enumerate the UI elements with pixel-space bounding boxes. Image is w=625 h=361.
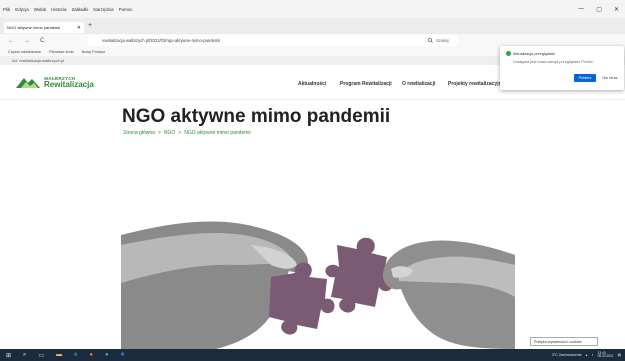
popup-primary-button[interactable]: Pobierz — [574, 74, 596, 82]
firefox-icon[interactable]: ● — [89, 352, 93, 358]
close-tab-icon[interactable]: ✕ — [77, 25, 81, 31]
breadcrumb-home[interactable]: Strona główna — [123, 130, 155, 136]
windows-icon[interactable]: ⊞ — [6, 352, 11, 359]
network-icon[interactable]: ▴ — [586, 353, 588, 357]
volume-icon[interactable]: ◖ — [591, 353, 593, 357]
search-box[interactable]: Szukaj — [428, 35, 500, 46]
breadcrumb-current: NGO aktywne mimo pandemii — [184, 130, 251, 136]
tab-title: NGO aktywne mimo pandemii — [7, 25, 61, 30]
close-window-button[interactable]: ✕ — [614, 6, 619, 13]
tab-active[interactable]: NGO aktywne mimo pandemii ✕ — [4, 22, 84, 33]
breadcrumb-ngo[interactable]: NGO — [164, 130, 175, 136]
hero-image — [121, 205, 515, 349]
tab-strip: NGO aktywne mimo pandemii ✕ + — [0, 18, 625, 34]
url-text: rewitalizacja.walbrzych.pl/2021/03/ngo-a… — [102, 38, 221, 43]
page-title: NGO aktywne mimo pandemii — [122, 106, 391, 127]
url-bar[interactable]: rewitalizacja.walbrzych.pl/2021/03/ngo-a… — [88, 35, 458, 46]
taskbar: ⊞ ⌕ ▭ ▬ e ● ● ■ 3°C Zachmurzenie ▴ ◖ 13:… — [0, 349, 625, 361]
menu-item-history[interactable]: Historia — [51, 7, 66, 12]
nav-item-news[interactable]: Aktualności — [298, 81, 326, 87]
nav-item-projects[interactable]: Projekty rewitalizacyjne — [448, 81, 504, 87]
search-icon — [428, 38, 433, 43]
menu-item-bookmarks[interactable]: Zakładki — [72, 7, 89, 12]
update-icon — [506, 51, 511, 56]
clock[interactable]: 13:40 09.03.2021 — [597, 351, 614, 359]
breadcrumb-separator: > — [157, 130, 161, 136]
bookmark-item[interactable]: Pierwsze kroki — [49, 50, 73, 54]
search-icon[interactable]: ⌕ — [23, 352, 26, 359]
menu-item-tools[interactable]: Narzędzia — [93, 7, 113, 12]
weather-text[interactable]: 3°C Zachmurzenie — [552, 353, 582, 357]
search-placeholder: Szukaj — [436, 38, 449, 43]
new-tab-button[interactable]: + — [88, 22, 92, 29]
app-icon[interactable]: ● — [105, 352, 109, 358]
breadcrumb: Strona główna > NGO > NGO aktywne mimo p… — [123, 130, 251, 136]
menu-item-file[interactable]: Plik — [3, 7, 10, 12]
clock-date: 09.03.2021 — [597, 354, 614, 358]
back-button[interactable]: ← — [8, 38, 14, 44]
task-view-icon[interactable]: ▭ — [38, 352, 44, 359]
logo-mark-icon — [16, 78, 40, 88]
bookmark-item[interactable]: Nowy Pomysł — [82, 50, 105, 54]
site-logo[interactable]: WAŁBRZYCH Rewitalizacja — [16, 76, 94, 90]
popup-title: Aktualizacja przeglądarki — [513, 52, 555, 56]
menu-item-help[interactable]: Pomoc — [119, 7, 133, 12]
menu-item-edit[interactable]: Edycja — [15, 7, 29, 12]
update-popup: Aktualizacja przeglądarki Dostępna jest … — [500, 46, 624, 90]
popup-secondary-button[interactable]: Nie teraz — [600, 74, 620, 82]
forward-button[interactable]: → — [24, 38, 30, 44]
bookmark-item[interactable]: Często odwiedzane — [8, 50, 41, 54]
edge-icon[interactable]: e — [74, 352, 77, 358]
minimize-button[interactable]: — — [578, 6, 584, 13]
menu-item-view[interactable]: Widok — [34, 7, 47, 12]
breadcrumb-separator: > — [178, 130, 182, 136]
notifications-icon[interactable]: ▤ — [618, 353, 621, 357]
privacy-tooltip[interactable]: Polityka prywatności i cookies — [530, 337, 598, 346]
system-tray: 3°C Zachmurzenie ▴ ◖ 13:40 09.03.2021 ▤ — [552, 349, 621, 361]
nav-item-about[interactable]: O rewitalizacji — [402, 81, 435, 87]
popup-body: Dostępna jest nowa wersja przeglądarki F… — [513, 60, 594, 64]
maximize-button[interactable]: ▢ — [596, 6, 602, 13]
reload-button[interactable]: C — [40, 38, 44, 44]
app-icon-2[interactable]: ■ — [121, 352, 125, 358]
menu-bar: Plik Edycja Widok Historia Zakładki Narz… — [0, 0, 625, 18]
nav-item-program[interactable]: Program Rewitalizacji — [340, 81, 392, 87]
window-controls: — ▢ ✕ — [578, 6, 625, 13]
logo-bottom-text: Rewitalizacja — [44, 80, 94, 90]
info-bar-text: Ad: rewitalizacja.walbrzych.pl — [12, 58, 65, 63]
explorer-icon[interactable]: ▬ — [56, 352, 62, 358]
tooltip-text: Polityka prywatności i cookies — [534, 339, 582, 344]
